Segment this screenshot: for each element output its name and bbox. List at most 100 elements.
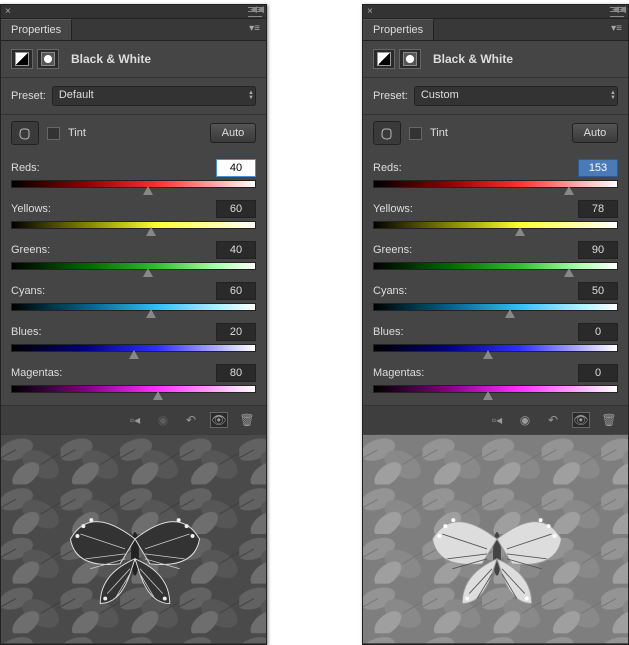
- reds-value[interactable]: 153: [578, 159, 618, 177]
- properties-panel-left: ◀◀ × Properties ▾≡ Black & White Preset:…: [0, 4, 267, 645]
- yellows-label: Yellows:: [11, 203, 51, 215]
- yellows-value[interactable]: 78: [578, 200, 618, 218]
- mask-thumb-icon[interactable]: [399, 49, 421, 69]
- reds-label: Reds:: [373, 162, 402, 174]
- magentas-label: Magentas:: [373, 367, 424, 379]
- targeted-adjustment-icon[interactable]: [11, 121, 39, 145]
- adjustment-title: Black & White: [71, 52, 151, 66]
- blues-label: Blues:: [373, 326, 404, 338]
- panel-titlebar: ×: [1, 5, 266, 19]
- greens-label: Greens:: [11, 244, 50, 256]
- greens-value[interactable]: 40: [216, 241, 256, 259]
- yellows-value[interactable]: 60: [216, 200, 256, 218]
- tab-row: Properties ▾≡: [1, 19, 266, 41]
- collapse-icon[interactable]: ◀◀: [250, 4, 264, 15]
- properties-panel-right: ◀◀ × Properties ▾≡ Black & White Preset:…: [362, 4, 629, 645]
- trash-icon[interactable]: 🗑: [238, 412, 256, 428]
- preset-row: Preset: Default ▲▼: [1, 78, 266, 115]
- clip-to-layer-icon[interactable]: ▫◂: [126, 412, 144, 428]
- sliders: Reds:40 Yellows:60 Greens:40 Cyans:60 Bl…: [1, 155, 266, 395]
- mask-thumb-icon[interactable]: [37, 49, 59, 69]
- view-previous-icon[interactable]: ◉: [154, 412, 172, 428]
- tab-row: Properties ▾≡: [363, 19, 628, 41]
- auto-button[interactable]: Auto: [572, 123, 618, 143]
- blues-label: Blues:: [11, 326, 42, 338]
- preset-select[interactable]: Default: [52, 86, 256, 106]
- reds-value[interactable]: 40: [216, 159, 256, 177]
- yellows-slider[interactable]: [11, 221, 256, 231]
- cyans-slider[interactable]: [11, 303, 256, 313]
- collapse-icon[interactable]: ◀◀: [612, 4, 626, 15]
- reds-thumb[interactable]: [143, 186, 153, 195]
- cyans-thumb[interactable]: [505, 309, 515, 318]
- reset-icon[interactable]: ↶: [182, 412, 200, 428]
- cyans-value[interactable]: 60: [216, 282, 256, 300]
- blues-thumb[interactable]: [129, 350, 139, 359]
- clip-to-layer-icon[interactable]: ▫◂: [488, 412, 506, 428]
- greens-thumb[interactable]: [143, 268, 153, 277]
- greens-value[interactable]: 90: [578, 241, 618, 259]
- magentas-slider[interactable]: [373, 385, 618, 395]
- tint-checkbox[interactable]: [47, 127, 60, 140]
- cyans-label: Cyans:: [11, 285, 45, 297]
- tab-properties[interactable]: Properties: [363, 19, 434, 40]
- view-previous-icon[interactable]: ◉: [516, 412, 534, 428]
- magentas-slider[interactable]: [11, 385, 256, 395]
- panel-menu-icon[interactable]: ▾≡: [605, 19, 628, 40]
- yellows-thumb[interactable]: [515, 227, 525, 236]
- cyans-thumb[interactable]: [146, 309, 156, 318]
- layer-thumb-icon[interactable]: [373, 49, 395, 69]
- select-arrows-icon: ▲▼: [610, 91, 616, 101]
- visibility-icon[interactable]: 👁: [572, 412, 590, 428]
- panel-footer: ▫◂ ◉ ↶ 👁 🗑: [1, 405, 266, 434]
- tab-properties[interactable]: Properties: [1, 19, 72, 40]
- preset-row: Preset: Custom ▲▼: [363, 78, 628, 115]
- preview-image: [1, 434, 266, 644]
- magentas-thumb[interactable]: [153, 391, 163, 400]
- blues-value[interactable]: 0: [578, 323, 618, 341]
- greens-slider[interactable]: [373, 262, 618, 272]
- blues-slider[interactable]: [11, 344, 256, 354]
- magentas-value[interactable]: 0: [578, 364, 618, 382]
- greens-slider[interactable]: [11, 262, 256, 272]
- reset-icon[interactable]: ↶: [544, 412, 562, 428]
- preset-label: Preset:: [373, 90, 408, 102]
- magentas-thumb[interactable]: [483, 391, 493, 400]
- targeted-adjustment-icon[interactable]: [373, 121, 401, 145]
- magentas-value[interactable]: 80: [216, 364, 256, 382]
- greens-thumb[interactable]: [564, 268, 574, 277]
- yellows-label: Yellows:: [373, 203, 413, 215]
- cyans-value[interactable]: 50: [578, 282, 618, 300]
- preset-label: Preset:: [11, 90, 46, 102]
- magentas-label: Magentas:: [11, 367, 62, 379]
- greens-label: Greens:: [373, 244, 412, 256]
- tint-row: Tint Auto: [1, 115, 266, 155]
- reds-thumb[interactable]: [564, 186, 574, 195]
- cyans-slider[interactable]: [373, 303, 618, 313]
- select-arrows-icon: ▲▼: [248, 91, 254, 101]
- blues-thumb[interactable]: [483, 350, 493, 359]
- visibility-icon[interactable]: 👁: [210, 412, 228, 428]
- cyans-label: Cyans:: [373, 285, 407, 297]
- layer-thumb-icon[interactable]: [11, 49, 33, 69]
- preview-image: [363, 434, 628, 644]
- tint-label: Tint: [430, 127, 448, 139]
- panel-footer: ▫◂ ◉ ↶ 👁 🗑: [363, 405, 628, 434]
- tint-checkbox[interactable]: [409, 127, 422, 140]
- sliders: Reds: 153 Yellows: 78 Greens: 90 Cyans: 50 B…: [363, 155, 628, 395]
- preset-select[interactable]: Custom: [414, 86, 618, 106]
- panel-titlebar: ×: [363, 5, 628, 19]
- close-icon[interactable]: ×: [367, 6, 373, 17]
- yellows-slider[interactable]: [373, 221, 618, 231]
- panel-menu-icon[interactable]: ▾≡: [243, 19, 266, 40]
- yellows-thumb[interactable]: [146, 227, 156, 236]
- adjustment-title: Black & White: [433, 52, 513, 66]
- reds-slider[interactable]: [373, 180, 618, 190]
- blues-value[interactable]: 20: [216, 323, 256, 341]
- auto-button[interactable]: Auto: [210, 123, 256, 143]
- reds-slider[interactable]: [11, 180, 256, 190]
- trash-icon[interactable]: 🗑: [600, 412, 618, 428]
- close-icon[interactable]: ×: [5, 6, 11, 17]
- adjustment-header: Black & White: [363, 41, 628, 78]
- blues-slider[interactable]: [373, 344, 618, 354]
